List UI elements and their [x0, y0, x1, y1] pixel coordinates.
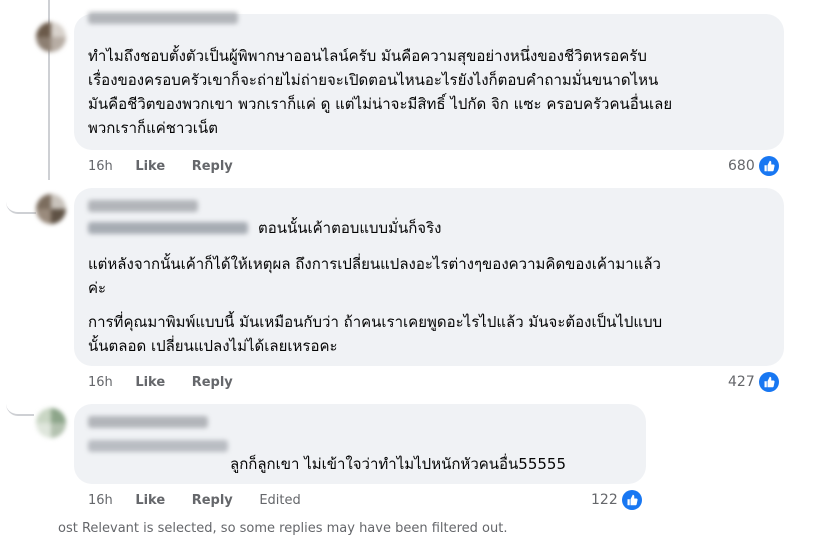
edited-label[interactable]: Edited	[259, 493, 300, 508]
commenter-name[interactable]	[88, 416, 208, 428]
avatar[interactable]	[36, 194, 66, 224]
comment-line: ทำไมถึงชอบตั้งตัวเป็นผู้พิพากษาออนไลน์คร…	[88, 47, 647, 65]
thread-connector	[6, 388, 34, 416]
comment-line: ค่ะ	[88, 279, 107, 297]
avatar[interactable]	[36, 22, 66, 52]
comment-actions: 16h Like Reply	[88, 159, 255, 174]
comment-actions: 16h Like Reply	[88, 375, 255, 390]
reply-button[interactable]: Reply	[192, 375, 233, 390]
thread-connector	[6, 184, 36, 214]
reaction-number: 427	[728, 374, 755, 390]
reply-button[interactable]: Reply	[192, 493, 233, 508]
timestamp[interactable]: 16h	[88, 375, 113, 390]
reaction-number: 122	[591, 492, 618, 508]
mention-tag[interactable]	[88, 440, 228, 452]
comment-line: พวกเราก็แค่ชาวเน็ต	[88, 119, 218, 137]
comment-line: นั้นตลอด เปลี่ยนแปลงไม่ได้เลยเหรอคะ	[88, 337, 338, 355]
mention-tag[interactable]	[88, 222, 248, 234]
like-button[interactable]: Like	[135, 159, 165, 174]
comment-line: แต่หลังจากนั้นเค้าก็ได้ให้เหตุผล ถึงการเ…	[88, 255, 661, 273]
reaction-number: 680	[728, 158, 755, 174]
like-button[interactable]: Like	[135, 493, 165, 508]
comment-bubble: ตอนนั้นเค้าตอบแบบมั่นก็จริง แต่หลังจากนั…	[74, 188, 784, 366]
thumbs-up-icon	[758, 372, 779, 392]
comment-line: มันคือชีวิตของพวกเขา พวกเราก็แค่ ดู แต่ไ…	[88, 95, 673, 113]
reaction-count[interactable]: 680	[728, 156, 779, 176]
comment-bubble: ลูกก็ลูกเขา ไม่เข้าใจว่าทำไมไปหนักหัวคนอ…	[74, 404, 646, 484]
commenter-name[interactable]	[88, 12, 238, 24]
like-button[interactable]: Like	[135, 375, 165, 390]
comment-actions: 16h Like Reply Edited	[88, 493, 323, 508]
commenter-name[interactable]	[88, 200, 198, 212]
thumbs-up-icon	[758, 156, 779, 176]
comment-line: ลูกก็ลูกเขา ไม่เข้าใจว่าทำไมไปหนักหัวคนอ…	[230, 455, 567, 473]
comment-bubble: ทำไมถึงชอบตั้งตัวเป็นผู้พิพากษาออนไลน์คร…	[74, 12, 784, 150]
timestamp[interactable]: 16h	[88, 159, 113, 174]
reaction-count[interactable]: 122	[591, 490, 642, 510]
comment-line: ตอนนั้นเค้าตอบแบบมั่นก็จริง	[258, 219, 442, 237]
thumbs-up-icon	[621, 490, 642, 510]
avatar[interactable]	[36, 408, 66, 438]
comment-line: การที่คุณมาพิมพ์แบบนี้ มันเหมือนกับว่า ถ…	[88, 313, 663, 331]
reaction-count[interactable]: 427	[728, 372, 779, 392]
reply-button[interactable]: Reply	[192, 159, 233, 174]
comment-line: เรื่องของครอบครัวเขาก็จะถ่ายไม่ถ่ายจะเปิ…	[88, 71, 659, 89]
timestamp[interactable]: 16h	[88, 493, 113, 508]
